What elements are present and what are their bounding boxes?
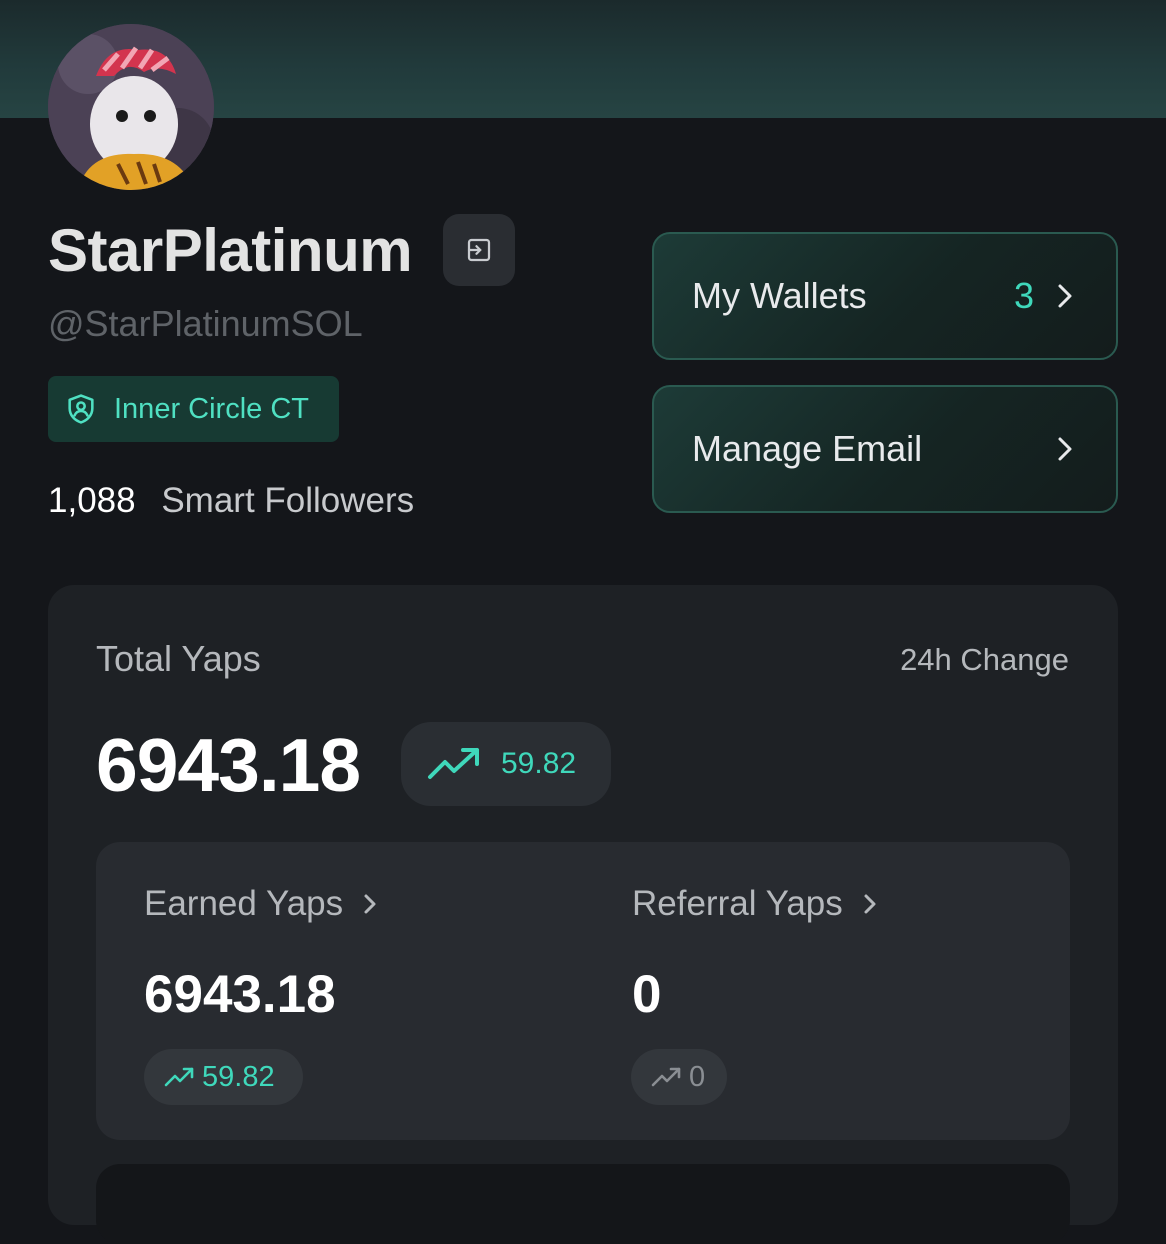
chevron-right-icon — [1058, 437, 1072, 461]
total-yaps-label: Total Yaps — [96, 638, 261, 679]
manage-email-button[interactable]: Manage Email — [652, 385, 1118, 513]
status-badge: Inner Circle CT — [48, 376, 339, 442]
logout-button[interactable] — [443, 214, 515, 286]
referral-yaps-label: Referral Yaps — [632, 884, 843, 923]
shield-user-icon — [68, 394, 94, 424]
referral-change-chip: 0 — [631, 1049, 727, 1105]
chevron-right-icon — [864, 894, 876, 914]
earned-yaps-label: Earned Yaps — [144, 884, 344, 923]
wallets-count: 3 — [1013, 275, 1034, 316]
profile-name: StarPlatinum — [48, 217, 413, 284]
trending-up-icon — [651, 1067, 681, 1087]
avatar — [48, 24, 214, 190]
referral-yaps-value: 0 — [632, 965, 662, 1024]
trending-up-icon — [164, 1067, 194, 1087]
manage-email-label: Manage Email — [692, 428, 923, 469]
earned-change-value: 59.82 — [202, 1060, 275, 1093]
total-change-value: 59.82 — [501, 747, 577, 780]
chevron-right-icon — [1058, 284, 1072, 308]
earned-yaps-value: 6943.18 — [144, 965, 336, 1024]
trending-up-icon — [428, 748, 479, 779]
followers-count: 1,088 — [48, 481, 136, 520]
logout-icon — [467, 238, 491, 262]
chevron-right-icon — [364, 894, 376, 914]
profile-handle: @StarPlatinumSOL — [48, 303, 363, 344]
smart-followers: 1,088 Smart Followers — [48, 480, 414, 522]
referral-change-value: 0 — [689, 1060, 706, 1093]
total-yaps-value: 6943.18 — [96, 723, 361, 807]
next-section-card — [96, 1164, 1070, 1244]
followers-label: Smart Followers — [161, 481, 415, 520]
change-24h-label: 24h Change — [900, 642, 1069, 677]
my-wallets-label: My Wallets — [692, 275, 867, 316]
my-wallets-button[interactable]: My Wallets 3 — [652, 232, 1118, 360]
earned-change-chip: 59.82 — [144, 1049, 303, 1105]
total-change-chip: 59.82 — [401, 722, 611, 806]
badge-label: Inner Circle CT — [114, 392, 309, 425]
earned-yaps-link[interactable]: Earned Yaps — [144, 884, 379, 924]
referral-yaps-link[interactable]: Referral Yaps — [632, 884, 879, 924]
